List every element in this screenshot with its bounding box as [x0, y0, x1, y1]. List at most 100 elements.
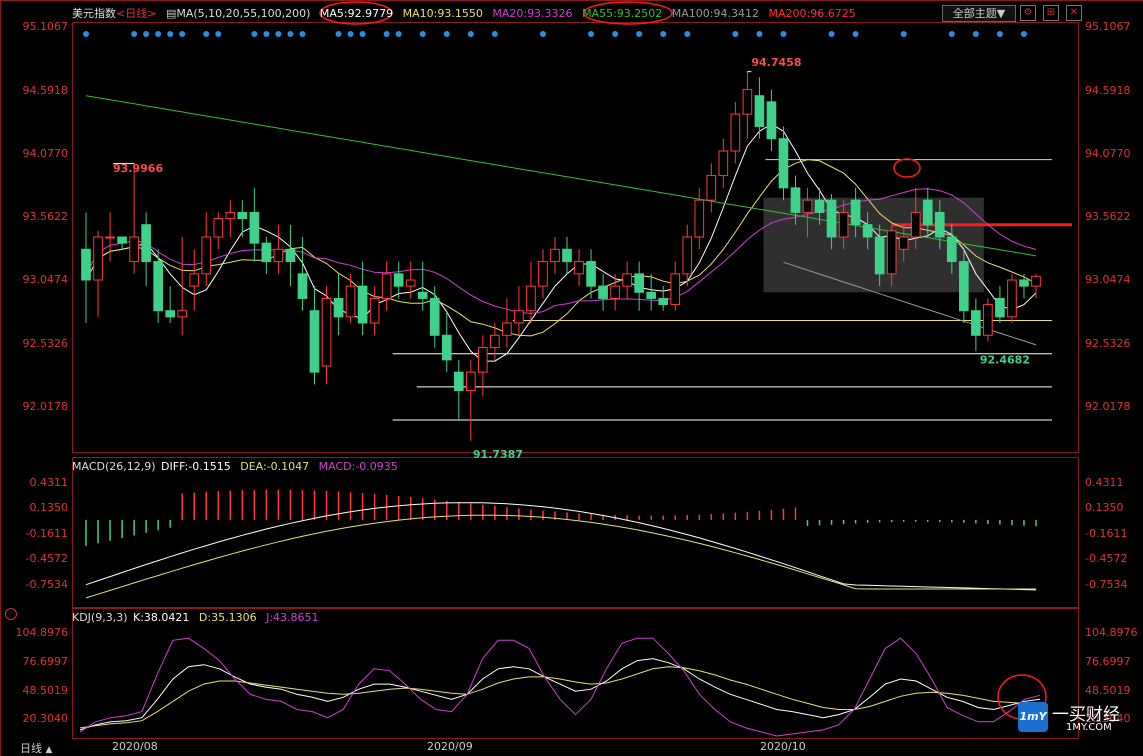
signal-dot [203, 31, 210, 37]
signal-dot [467, 31, 474, 37]
candle-body [634, 273, 644, 293]
candle-body [405, 279, 416, 287]
candle-body [381, 273, 392, 299]
candle-body [1019, 279, 1029, 287]
candle-body [129, 236, 139, 263]
signal-dot [359, 31, 366, 37]
signal-dot [684, 31, 691, 37]
candle-body [971, 310, 981, 336]
macd-panel [85, 489, 1037, 599]
panel-toggle-icon[interactable]: ◦ [5, 608, 17, 620]
signal-dot [215, 31, 222, 37]
candle-body [177, 310, 188, 318]
signal-dot [143, 31, 150, 37]
candle-body [1007, 279, 1017, 318]
signal-dot [395, 31, 402, 37]
candle-body [333, 297, 344, 318]
candle-body [598, 285, 608, 299]
candle-body [141, 224, 151, 263]
candle-body [237, 211, 248, 220]
candle-body [429, 297, 440, 336]
signal-dot [287, 31, 294, 37]
macd-tick-label: 0.1350 [29, 501, 69, 515]
price-tick-label: 94.5918 [1085, 83, 1131, 97]
candle-body [93, 236, 103, 281]
macd-tick-label: 0.4311 [29, 475, 69, 489]
signal-dot [996, 31, 1003, 37]
price-tick-label: 94.5918 [22, 83, 69, 97]
price-tick-label: 95.1067 [22, 20, 69, 34]
period-tab[interactable]: 日线 ▲ [20, 740, 52, 756]
signal-dot [263, 31, 270, 37]
candle-body [345, 285, 356, 318]
logo-url: 1MY.COM [1066, 722, 1112, 733]
price-tick-label: 92.5326 [22, 336, 69, 350]
price-tick-label: 94.0770 [1085, 146, 1131, 160]
macd-tick-label: 0.4311 [1085, 475, 1124, 489]
candle-body [778, 138, 789, 189]
candle-body [814, 199, 825, 213]
candle-body [490, 334, 500, 349]
chart-stage: 93.9966 94.7458 91.7387 92.4682 美元指数<日线> ▤M… [0, 0, 1143, 756]
ma5-value: MA5:92.9779 [319, 7, 394, 20]
signal-dot [828, 31, 835, 37]
x-tick-label: 2020/09 [427, 740, 473, 753]
candle-body [465, 371, 476, 392]
macd-header: MACD(26,12,9) DIFF:-0.1515 DEA:-0.1047 M… [72, 459, 404, 475]
signal-dot [347, 31, 354, 37]
kdj-tick-label: 76.6997 [1085, 654, 1131, 668]
candle-body [706, 175, 717, 201]
kdj-tick-label: 48.5019 [22, 683, 69, 697]
settings-icon[interactable]: ⚙ [1020, 5, 1036, 21]
macd-tick-label: -0.1611 [1085, 526, 1128, 540]
kdj-panel [79, 637, 1047, 737]
candle-body [153, 261, 163, 312]
macd-tick-label: 0.1350 [1085, 501, 1124, 515]
candle-body [285, 248, 296, 263]
price-tick-label: 94.0770 [22, 146, 69, 160]
candle-body [357, 285, 368, 324]
close-icon[interactable]: ✕ [1066, 5, 1082, 21]
signal-dot [588, 31, 595, 37]
candle-body [646, 291, 657, 299]
candle-body [983, 304, 993, 336]
candle-body [502, 322, 512, 336]
candle-body [393, 273, 404, 287]
candle-body [165, 310, 176, 318]
candle-body [670, 273, 681, 306]
candle-body [225, 211, 236, 220]
price-tick-label: 95.1067 [1085, 20, 1131, 34]
macd-tick-label: -0.4572 [25, 552, 68, 566]
signal-dot [539, 31, 546, 37]
kdj-tick-label: 76.6997 [22, 654, 69, 668]
macd-dea: DEA:-0.1047 [240, 460, 310, 473]
triangle-up-icon: ▲ [45, 745, 53, 755]
candle-body [201, 236, 212, 275]
candle-body [478, 347, 488, 373]
price-tick-label: 93.0474 [22, 273, 69, 287]
signal-dot [1020, 31, 1027, 37]
ma20-value: MA20:93.3326 [492, 7, 573, 20]
candle-body [766, 101, 777, 140]
dea-line [85, 514, 1036, 599]
price-tick-label: 93.0474 [1085, 273, 1131, 287]
kdj-k: K:38.0421 [133, 611, 190, 624]
signal-dot [275, 31, 282, 37]
kdj-k-line [79, 658, 1041, 731]
kdj-tick-label: 48.5019 [1085, 683, 1131, 697]
ma-params: MA(5,10,20,55,100,200) [176, 7, 311, 20]
period-selector[interactable]: <日线> [116, 7, 156, 20]
ma10-value: MA10:93.1550 [402, 7, 483, 20]
candle-body [586, 261, 596, 287]
candle-body [562, 248, 572, 263]
theme-button[interactable]: 全部主题▼ [942, 5, 1016, 22]
kdj-d-line [79, 666, 1041, 729]
indicator-icon[interactable]: ⊞ [1043, 5, 1059, 21]
candle-body [802, 199, 813, 213]
candle-body [959, 261, 969, 312]
candle-body [874, 236, 885, 275]
signal-dot [83, 31, 90, 37]
macd-params: MACD(26,12,9) [72, 460, 156, 473]
candle-body [321, 297, 332, 367]
x-tick-label: 2020/10 [760, 740, 806, 753]
